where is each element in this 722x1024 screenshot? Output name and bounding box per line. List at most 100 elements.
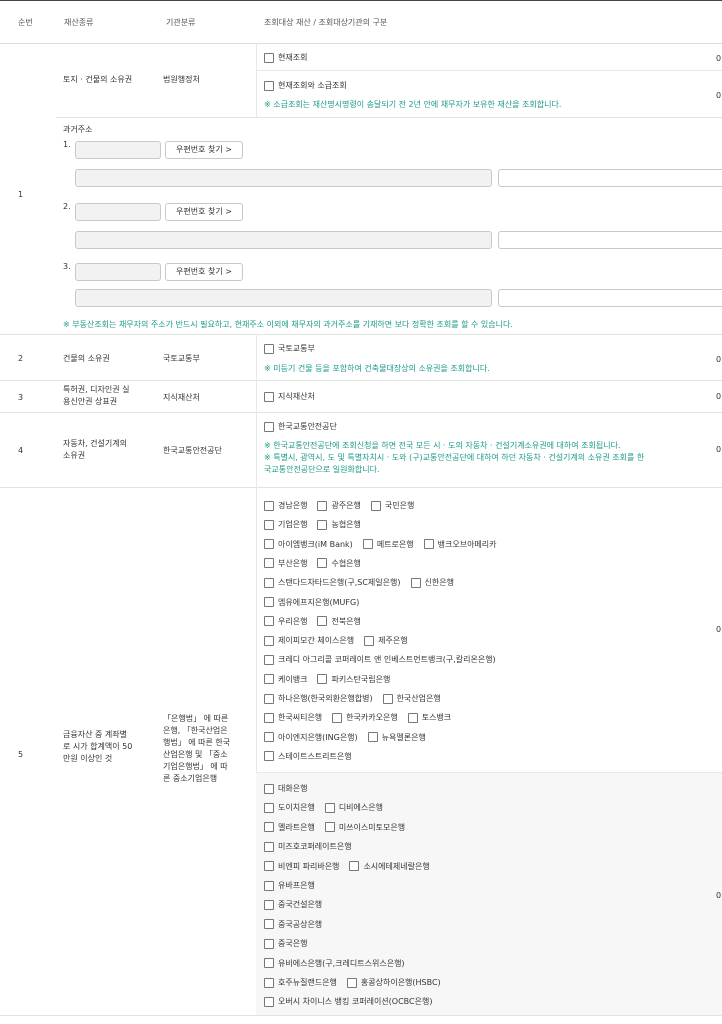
bank-option[interactable]: 광주은행 <box>317 500 361 511</box>
checkbox[interactable] <box>410 577 421 588</box>
checkbox[interactable] <box>264 693 274 704</box>
bank-option[interactable]: 유비에스은행(구,크레디트스위스은행) <box>264 958 405 969</box>
zipcode-search-button-3[interactable]: 우편번호 찾기 > <box>165 263 243 281</box>
checkbox[interactable] <box>264 958 274 969</box>
current-inquiry-option[interactable]: 현재조회 <box>264 52 307 63</box>
checkbox[interactable] <box>264 635 274 646</box>
bank-option[interactable]: 수협은행 <box>317 558 361 569</box>
checkbox[interactable] <box>264 80 274 91</box>
bank-option[interactable]: 도이치은행 <box>264 802 315 813</box>
bank-option[interactable]: 한국카카오은행 <box>332 712 398 723</box>
checkbox[interactable] <box>317 674 328 685</box>
bank-option[interactable]: 국민은행 <box>370 500 414 511</box>
bank-option[interactable]: 스테이트스트리트은행 <box>264 751 352 762</box>
bank-option[interactable]: 한국산업은행 <box>382 693 441 704</box>
bank-option[interactable]: 파키스탄국립은행 <box>317 674 390 685</box>
checkbox[interactable] <box>264 52 274 63</box>
bank-option[interactable]: 뉴욕멜론은행 <box>367 732 426 743</box>
bank-option[interactable]: 중국은행 <box>264 938 307 949</box>
bank-option[interactable]: 부산은행 <box>264 558 307 569</box>
checkbox[interactable] <box>264 996 274 1007</box>
checkbox[interactable] <box>264 558 274 569</box>
past-inquiry-option[interactable]: 현재조회와 소급조회 <box>264 80 347 91</box>
bank-option[interactable]: 전북은행 <box>317 616 361 627</box>
bank-option[interactable]: 오버시 차이니스 뱅킹 코퍼레이션(OCBC은행) <box>264 996 432 1007</box>
bank-option[interactable]: 소시에테제네랄은행 <box>349 861 430 872</box>
bank-option[interactable]: 우리은행 <box>264 616 307 627</box>
bank-option[interactable]: 하나은행(한국외환은행합병) <box>264 693 373 704</box>
checkbox[interactable] <box>407 712 418 723</box>
checkbox[interactable] <box>382 693 393 704</box>
zipcode-search-button-2[interactable]: 우편번호 찾기 > <box>165 203 243 221</box>
checkbox[interactable] <box>264 751 274 762</box>
checkbox[interactable] <box>317 519 328 530</box>
checkbox[interactable] <box>349 861 360 872</box>
checkbox[interactable] <box>264 783 274 794</box>
bank-option[interactable]: 대화은행 <box>264 783 307 794</box>
bank-option[interactable]: 중국공상은행 <box>264 919 322 930</box>
checkbox[interactable] <box>264 822 274 833</box>
bank-option[interactable]: 아이엠뱅크(iM Bank) <box>264 539 353 550</box>
checkbox[interactable] <box>264 938 274 949</box>
bank-option[interactable]: 스탠다드차타드은행(구,SC제일은행) <box>264 577 401 588</box>
bank-option[interactable]: 미즈호코퍼레이트은행 <box>264 841 352 852</box>
checkbox[interactable] <box>346 977 357 988</box>
checkbox[interactable] <box>264 899 274 910</box>
bank-option[interactable]: 미쓰이스미토모은행 <box>324 822 405 833</box>
address-detail-input-1[interactable] <box>498 169 722 187</box>
bank-option[interactable]: 기업은행 <box>264 519 307 530</box>
checkbox[interactable] <box>264 577 274 588</box>
checkbox[interactable] <box>264 880 274 891</box>
bank-option[interactable]: 제주은행 <box>364 635 408 646</box>
checkbox[interactable] <box>317 558 328 569</box>
address-detail-input-3[interactable] <box>498 289 722 307</box>
checkbox[interactable] <box>264 391 274 402</box>
checkbox[interactable] <box>264 421 274 432</box>
bank-option[interactable]: 디비에스은행 <box>324 802 383 813</box>
bank-option[interactable]: 중국건설은행 <box>264 899 322 910</box>
kotsa-option[interactable]: 한국교통안전공단 <box>264 421 337 432</box>
bank-option[interactable]: 제이피모간 체이스은행 <box>264 635 354 646</box>
checkbox[interactable] <box>264 841 274 852</box>
bank-option[interactable]: 아이엔지은행(ING은행) <box>264 732 358 743</box>
checkbox[interactable] <box>264 674 274 685</box>
checkbox[interactable] <box>264 802 274 813</box>
checkbox[interactable] <box>362 539 373 550</box>
bank-option[interactable]: 유바프은행 <box>264 880 315 891</box>
bank-option[interactable]: 뱅크오브아메리카 <box>423 539 497 550</box>
checkbox[interactable] <box>423 539 434 550</box>
checkbox[interactable] <box>264 597 274 607</box>
bank-option[interactable]: 홍콩상하이은행(HSBC) <box>346 977 441 988</box>
checkbox[interactable] <box>264 861 274 872</box>
bank-option[interactable]: 케이뱅크 <box>264 674 307 685</box>
molit-option[interactable]: 국토교통부 <box>264 343 315 354</box>
checkbox[interactable] <box>264 919 274 930</box>
bank-option[interactable]: 한국씨티은행 <box>264 712 322 723</box>
bank-option[interactable]: 농협은행 <box>317 519 361 530</box>
checkbox[interactable] <box>317 500 328 511</box>
bank-option[interactable]: 엠유에프지은행(MUFG) <box>264 597 359 607</box>
address-input-1[interactable] <box>75 169 492 187</box>
checkbox[interactable] <box>324 802 335 813</box>
bank-option[interactable]: 멜라트은행 <box>264 822 315 833</box>
kipo-option[interactable]: 지식재산처 <box>264 391 315 402</box>
checkbox[interactable] <box>264 977 274 988</box>
bank-option[interactable]: 신한은행 <box>410 577 454 588</box>
zipcode-input-3[interactable] <box>75 263 161 281</box>
checkbox[interactable] <box>264 343 274 354</box>
zipcode-search-button-1[interactable]: 우편번호 찾기 > <box>165 141 243 159</box>
bank-option[interactable]: 호주뉴질랜드은행 <box>264 977 337 988</box>
checkbox[interactable] <box>364 635 375 646</box>
address-input-3[interactable] <box>75 289 492 307</box>
zipcode-input-1[interactable] <box>75 141 161 159</box>
checkbox[interactable] <box>324 822 335 833</box>
bank-option[interactable]: 크레디 아그리콜 코퍼레이트 앤 인베스트먼트뱅크(구,칼리온은행) <box>264 654 496 665</box>
checkbox[interactable] <box>370 500 381 511</box>
checkbox[interactable] <box>317 616 328 627</box>
zipcode-input-2[interactable] <box>75 203 161 221</box>
bank-option[interactable]: 비엔피 파리바은행 <box>264 861 339 872</box>
checkbox[interactable] <box>332 712 343 723</box>
address-input-2[interactable] <box>75 231 492 249</box>
checkbox[interactable] <box>264 654 274 665</box>
address-detail-input-2[interactable] <box>498 231 722 249</box>
